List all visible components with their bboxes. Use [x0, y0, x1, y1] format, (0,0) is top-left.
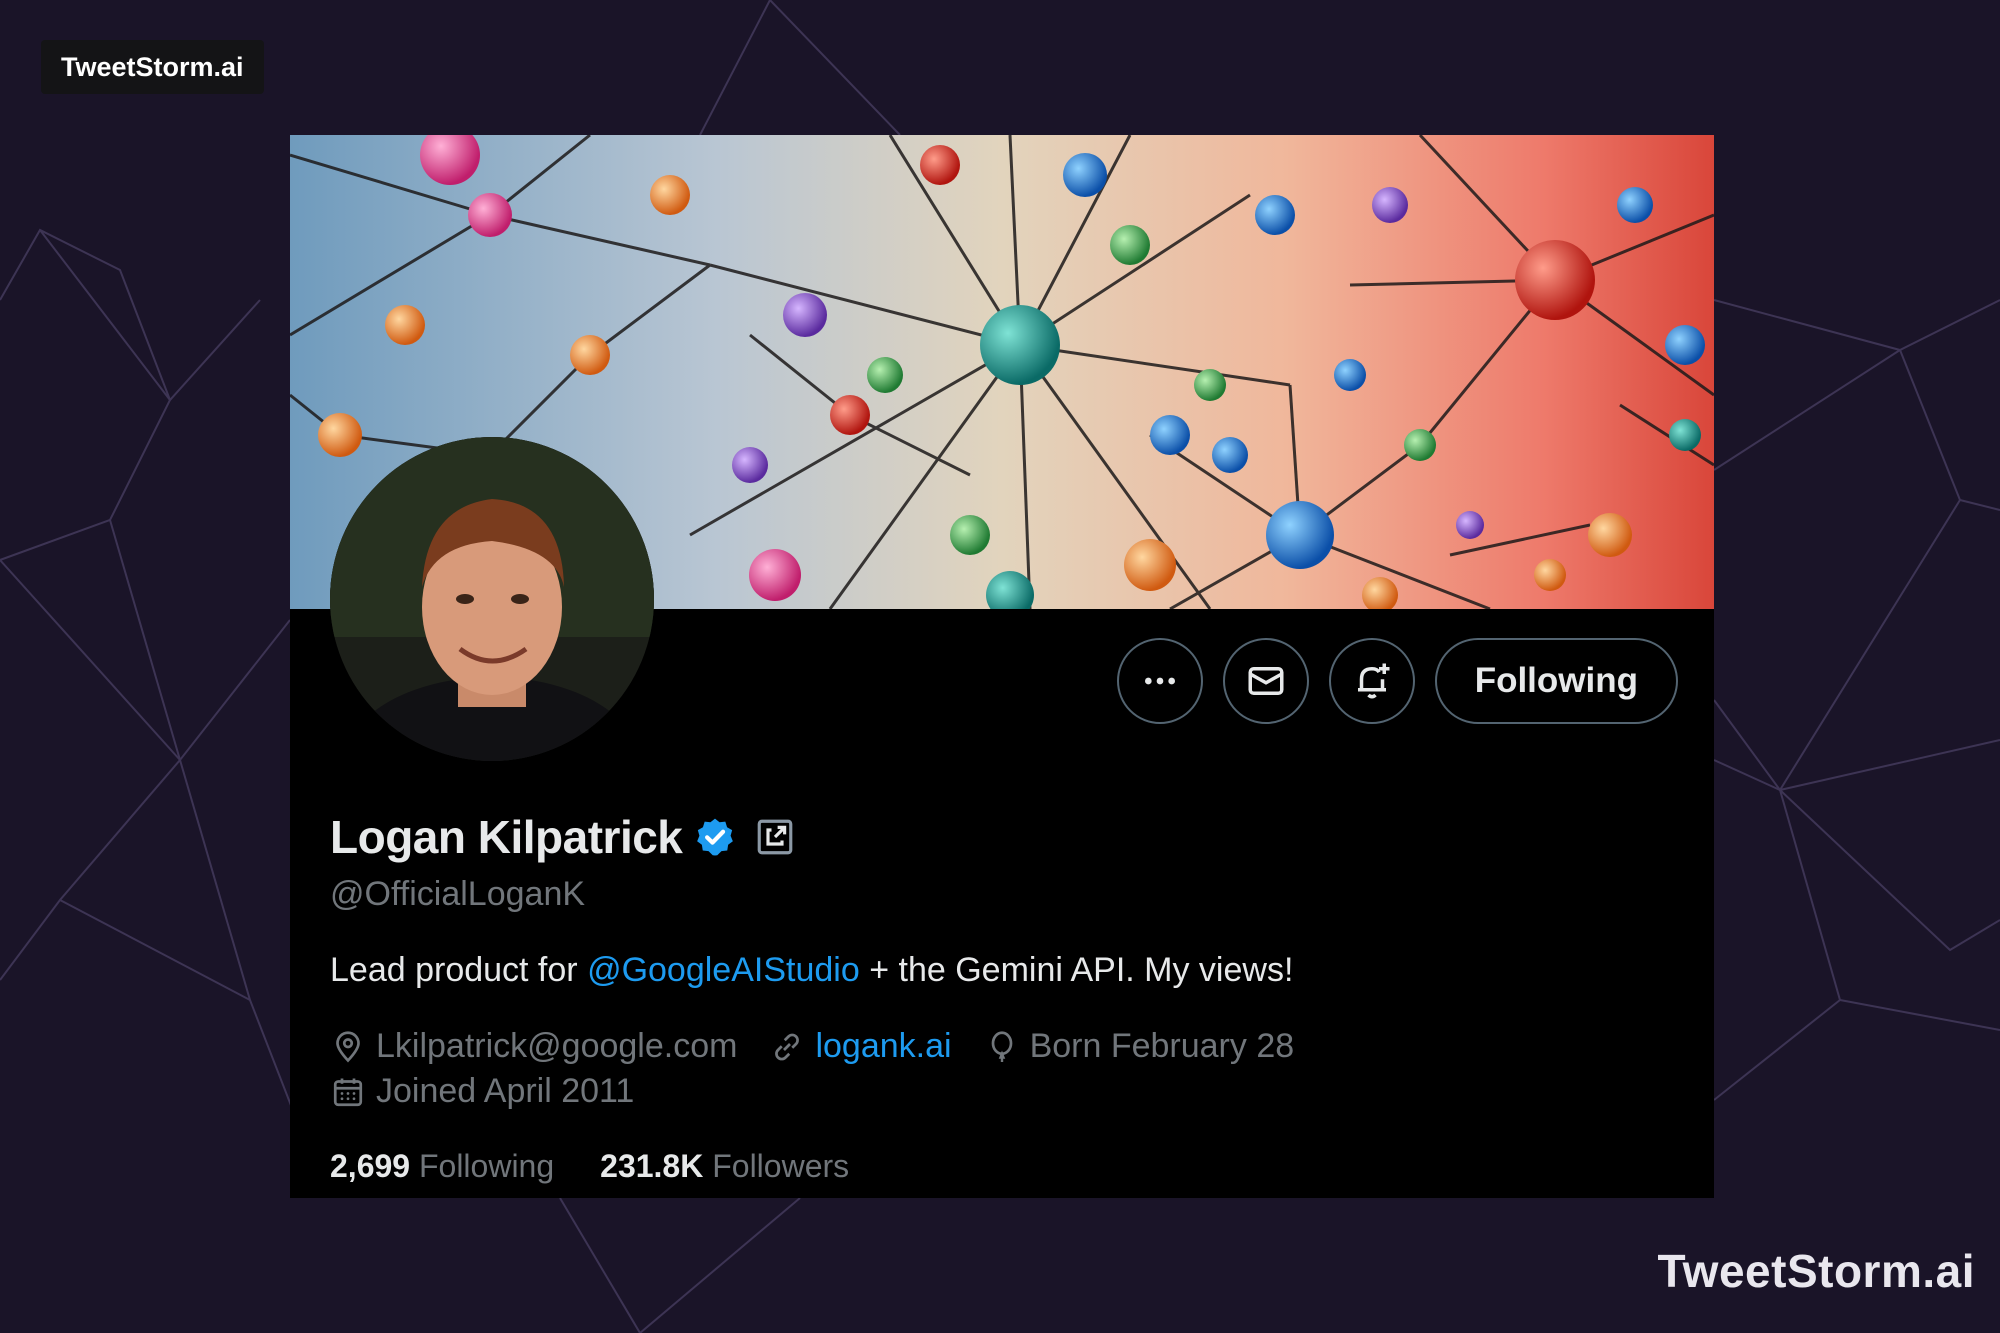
- following-button[interactable]: Following: [1434, 638, 1678, 724]
- verified-badge-icon[interactable]: [694, 816, 736, 858]
- profile-handle: @OfficialLoganK: [330, 875, 586, 913]
- followers-stat[interactable]: 231.8K Followers: [600, 1148, 849, 1185]
- following-label: Following: [418, 1148, 555, 1184]
- profile-avatar[interactable]: [330, 437, 654, 761]
- calendar-icon: [333, 1078, 363, 1106]
- meta-birthday: Born February 28: [984, 1027, 1295, 1066]
- affiliate-link-icon[interactable]: [754, 816, 796, 858]
- website-link[interactable]: logank.ai: [815, 1027, 951, 1066]
- profile-stats: 2,699 Following 231.8K Followers: [330, 1148, 849, 1185]
- following-count: 2,699: [330, 1148, 411, 1184]
- more-icon: [1144, 677, 1175, 685]
- joined-text: Joined April 2011: [376, 1072, 635, 1110]
- profile-bio: Lead product for @GoogleAIStudio + the G…: [330, 951, 1293, 990]
- bell-plus-icon: [1357, 663, 1390, 699]
- notify-button[interactable]: [1328, 638, 1415, 724]
- balloon-icon: [991, 1030, 1012, 1062]
- brand-badge: TweetStorm.ai: [41, 40, 264, 94]
- profile-meta-row-2: Joined April 2011: [330, 1072, 666, 1111]
- meta-website: logank.ai: [769, 1027, 952, 1066]
- envelope-icon: [1248, 667, 1284, 695]
- profile-meta-row-1: Lkilpatrick@google.com logank.ai Born Fe…: [330, 1027, 1326, 1066]
- bio-text-end: + the Gemini API. My views!: [859, 951, 1294, 989]
- location-text: Lkilpatrick@google.com: [376, 1027, 738, 1065]
- profile-card: Following Logan Kilpatrick @OfficialLoga…: [290, 135, 1714, 1198]
- meta-location: Lkilpatrick@google.com: [330, 1027, 737, 1066]
- bio-mention-link[interactable]: @GoogleAIStudio: [587, 951, 860, 989]
- bio-text-start: Lead product for: [330, 951, 588, 989]
- followers-count: 231.8K: [600, 1148, 704, 1184]
- link-icon: [775, 1033, 800, 1060]
- followers-label: Followers: [712, 1148, 850, 1184]
- message-button[interactable]: [1222, 638, 1309, 724]
- meta-joined: Joined April 2011: [330, 1072, 634, 1111]
- profile-actions: Following: [1116, 638, 1678, 724]
- avatar-photo: [330, 437, 654, 761]
- more-button[interactable]: [1116, 638, 1203, 724]
- brand-watermark: TweetStorm.ai: [1657, 1245, 1975, 1297]
- location-pin-icon: [336, 1030, 360, 1062]
- birthday-text: Born February 28: [1029, 1027, 1295, 1065]
- following-stat[interactable]: 2,699 Following: [330, 1148, 554, 1185]
- profile-name: Logan Kilpatrick: [330, 811, 683, 863]
- profile-name-row: Logan Kilpatrick: [330, 810, 796, 864]
